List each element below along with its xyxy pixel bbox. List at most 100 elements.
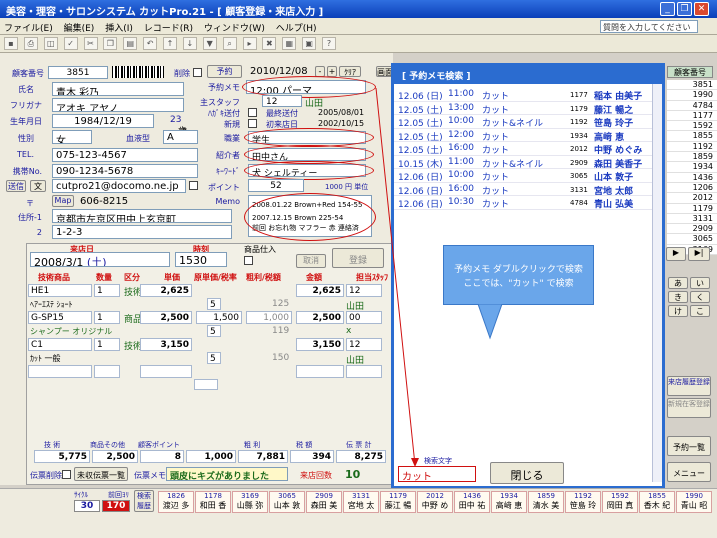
sort-asc-icon[interactable]: ↑ (163, 37, 177, 50)
db-icon[interactable]: ▦ (282, 37, 297, 50)
reserve-row[interactable]: 12.05 (土) 10:00 カット&ネイル 1192 笹島 玲子 (394, 115, 652, 129)
minimize-icon[interactable]: _ (660, 2, 675, 16)
find-icon[interactable]: ⌕ (222, 37, 237, 50)
addr1-field[interactable]: 京都市左京区田中上玄京町 (52, 209, 232, 223)
paste-icon[interactable]: ▤ (123, 37, 138, 50)
recent-customer[interactable]: 1855 香木 紀 (639, 491, 675, 513)
print-icon[interactable]: ⎙ (23, 37, 38, 50)
row2-code[interactable]: G-SP15 (28, 311, 92, 324)
search-history-button[interactable]: 検索履歴 (134, 490, 154, 512)
visit-time-field[interactable]: 1530 (175, 252, 227, 267)
menu-insert[interactable]: 挿入(I) (101, 18, 137, 34)
right-number-item[interactable]: 1177 (667, 110, 717, 122)
send-mail-button[interactable]: 送信 (6, 180, 26, 192)
row2-cost[interactable]: 1,500 (196, 311, 242, 324)
visit-date-field[interactable]: 2008/3/1 (土) (30, 252, 170, 267)
window-icon[interactable]: ▣ (302, 37, 317, 50)
restore-icon[interactable]: ❐ (677, 2, 692, 16)
kana-index-button[interactable]: あ (668, 277, 688, 289)
tel-field[interactable]: 075-123-4567 (52, 148, 198, 162)
row3-amount[interactable]: 3,150 (296, 338, 344, 351)
new-checkbox[interactable] (248, 119, 257, 128)
help-search-input[interactable]: 質問を入力してください (600, 20, 698, 33)
reserve-button[interactable]: 予約 (207, 65, 242, 78)
recent-customer[interactable]: 1859 清水 美 (528, 491, 564, 513)
reserve-row[interactable]: 12.06 (日) 11:00 カット 1177 稲本 由美子 (394, 88, 652, 102)
menu-edit[interactable]: 編集(E) (60, 18, 99, 34)
dialog-scrollbar[interactable] (652, 84, 662, 482)
right-number-item[interactable]: 1859 (667, 152, 717, 163)
kana-index-button[interactable]: け (668, 305, 688, 317)
recent-customer[interactable]: 2909 森田 美 (306, 491, 342, 513)
row3-qty[interactable]: 1 (94, 338, 120, 351)
email-field[interactable]: cutpro21@docomo.ne.jp (52, 179, 186, 193)
recent-customer[interactable]: 1436 田中 祐 (454, 491, 490, 513)
reserve-list-button[interactable]: 予約一覧 (667, 436, 711, 456)
row2-profit[interactable]: 1,000 (246, 311, 292, 324)
filter-icon[interactable]: ▼ (202, 37, 217, 50)
menu-file[interactable]: ファイル(E) (0, 18, 57, 34)
cancel-button[interactable]: 取消 (296, 254, 326, 268)
row4-tax[interactable] (194, 379, 218, 390)
right-number-item[interactable]: 1206 (667, 182, 717, 194)
row3-code[interactable]: C1 (28, 338, 92, 351)
row1-code[interactable]: HE1 (28, 284, 92, 297)
row4-qty[interactable] (94, 365, 120, 378)
delete-checkbox[interactable] (193, 68, 202, 77)
menu-button[interactable]: メニュー (667, 462, 711, 482)
slip-delete-checkbox[interactable] (62, 470, 71, 479)
dm-checkbox[interactable] (248, 108, 257, 117)
right-next-icon[interactable]: ▶ (666, 247, 686, 261)
row2-price[interactable]: 2,500 (140, 311, 192, 324)
row1-qty[interactable]: 1 (94, 284, 120, 297)
row3-staff-no[interactable]: 12 (346, 338, 382, 351)
addr2-field[interactable]: 1-2-3 (52, 225, 232, 239)
row4-staff-no[interactable] (346, 365, 382, 378)
clear-button[interactable]: ｸﾘｱ (339, 66, 361, 77)
row4-amount[interactable] (296, 365, 344, 378)
kana-index-button[interactable]: い (690, 277, 710, 289)
text-button[interactable]: 文 (30, 180, 46, 192)
recent-customer[interactable]: 2012 中野 め (417, 491, 453, 513)
right-number-item[interactable]: 1990 (667, 90, 717, 101)
right-number-item[interactable]: 1192 (667, 141, 717, 153)
row2-staff-no[interactable]: 00 (346, 311, 382, 324)
copy-icon[interactable]: ❐ (103, 37, 118, 50)
row1-tax[interactable]: 5 (207, 298, 221, 310)
right-number-item[interactable]: 2012 (667, 193, 717, 204)
spell-icon[interactable]: ✓ (63, 37, 78, 50)
right-number-item[interactable]: 3065 (667, 234, 717, 245)
reserve-row[interactable]: 12.05 (土) 12:00 カット 1934 高﨑 恵 (394, 129, 652, 143)
row1-staff-no[interactable]: 12 (346, 284, 382, 297)
row4-price[interactable] (140, 365, 192, 378)
reserve-row[interactable]: 12.05 (土) 13:00 カット 1179 藤江 暢之 (394, 102, 652, 116)
reserve-row[interactable]: 12.06 (日) 10:30 カット 4784 青山 弘美 (394, 196, 652, 210)
preview-icon[interactable]: ◫ (43, 37, 58, 50)
search-input[interactable]: カット (398, 466, 476, 482)
recent-customer[interactable]: 1990 青山 昭 (676, 491, 712, 513)
undo-icon[interactable]: ↶ (143, 37, 158, 50)
close-button[interactable]: 閉じる (490, 462, 564, 484)
save-icon[interactable]: ▪ (4, 37, 18, 50)
point-field[interactable]: 52 (248, 179, 304, 192)
right-number-item[interactable]: 1934 (667, 162, 717, 173)
sort-desc-icon[interactable]: ↓ (182, 37, 197, 50)
row3-price[interactable]: 3,150 (140, 338, 192, 351)
right-number-item[interactable]: 1179 (667, 203, 717, 214)
menu-record[interactable]: レコード(R) (140, 18, 197, 34)
delete-record-icon[interactable]: ✖ (262, 37, 277, 50)
slip-memo-field[interactable]: 頭皮にキズがありました (166, 467, 288, 481)
recent-customer[interactable]: 1592 岡田 真 (602, 491, 638, 513)
kana-index-button[interactable]: き (668, 291, 688, 303)
name-field[interactable]: 青木 彩乃 (52, 82, 184, 96)
map-button[interactable]: Map (52, 195, 74, 207)
row1-price[interactable]: 2,625 (140, 284, 192, 297)
sex-select[interactable]: 女 (52, 130, 92, 144)
row3-tax[interactable]: 5 (207, 352, 221, 364)
mobile-field[interactable]: 090-1234-5678 (52, 164, 198, 178)
row1-amount[interactable]: 2,625 (296, 284, 344, 297)
reserve-row[interactable]: 12.05 (土) 16:00 カット 2012 中野 めぐみ (394, 142, 652, 156)
reserve-row[interactable]: 10.15 (木) 11:00 カット&ネイル 2909 森田 美香子 (394, 156, 652, 170)
row4-code[interactable] (28, 365, 92, 378)
row2-tax[interactable]: 5 (207, 325, 221, 337)
